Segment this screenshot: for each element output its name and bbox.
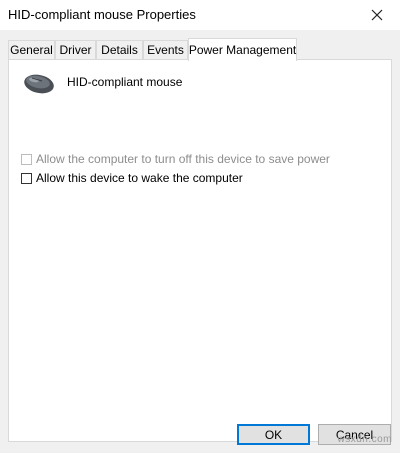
ok-button[interactable]: OK [237,424,310,445]
watermark-text: wsxdn.com [337,434,392,445]
allow-turn-off-checkbox [21,153,32,165]
dialog-body: General Driver Details Events Power Mana… [0,30,400,453]
allow-turn-off-option: Allow the computer to turn off this devi… [21,152,330,166]
allow-wake-checkbox[interactable] [21,172,32,184]
power-management-panel: HID-compliant mouse Allow the computer t… [8,59,392,442]
tab-events[interactable]: Events [143,40,188,59]
device-name: HID-compliant mouse [67,75,183,89]
tab-general[interactable]: General [8,40,55,59]
allow-turn-off-label: Allow the computer to turn off this devi… [36,152,330,166]
tab-driver[interactable]: Driver [55,40,96,59]
allow-wake-label[interactable]: Allow this device to wake the computer [36,171,243,185]
allow-wake-option[interactable]: Allow this device to wake the computer [21,171,243,185]
properties-dialog: HID-compliant mouse Properties General D… [0,0,400,453]
close-button[interactable] [354,0,400,30]
tab-power-management[interactable]: Power Management [188,38,297,61]
window-title: HID-compliant mouse Properties [8,7,196,22]
tab-details[interactable]: Details [96,40,143,59]
tab-strip: General Driver Details Events Power Mana… [8,38,392,61]
title-bar: HID-compliant mouse Properties [0,0,400,30]
close-icon [371,9,383,21]
mouse-icon [24,74,54,94]
